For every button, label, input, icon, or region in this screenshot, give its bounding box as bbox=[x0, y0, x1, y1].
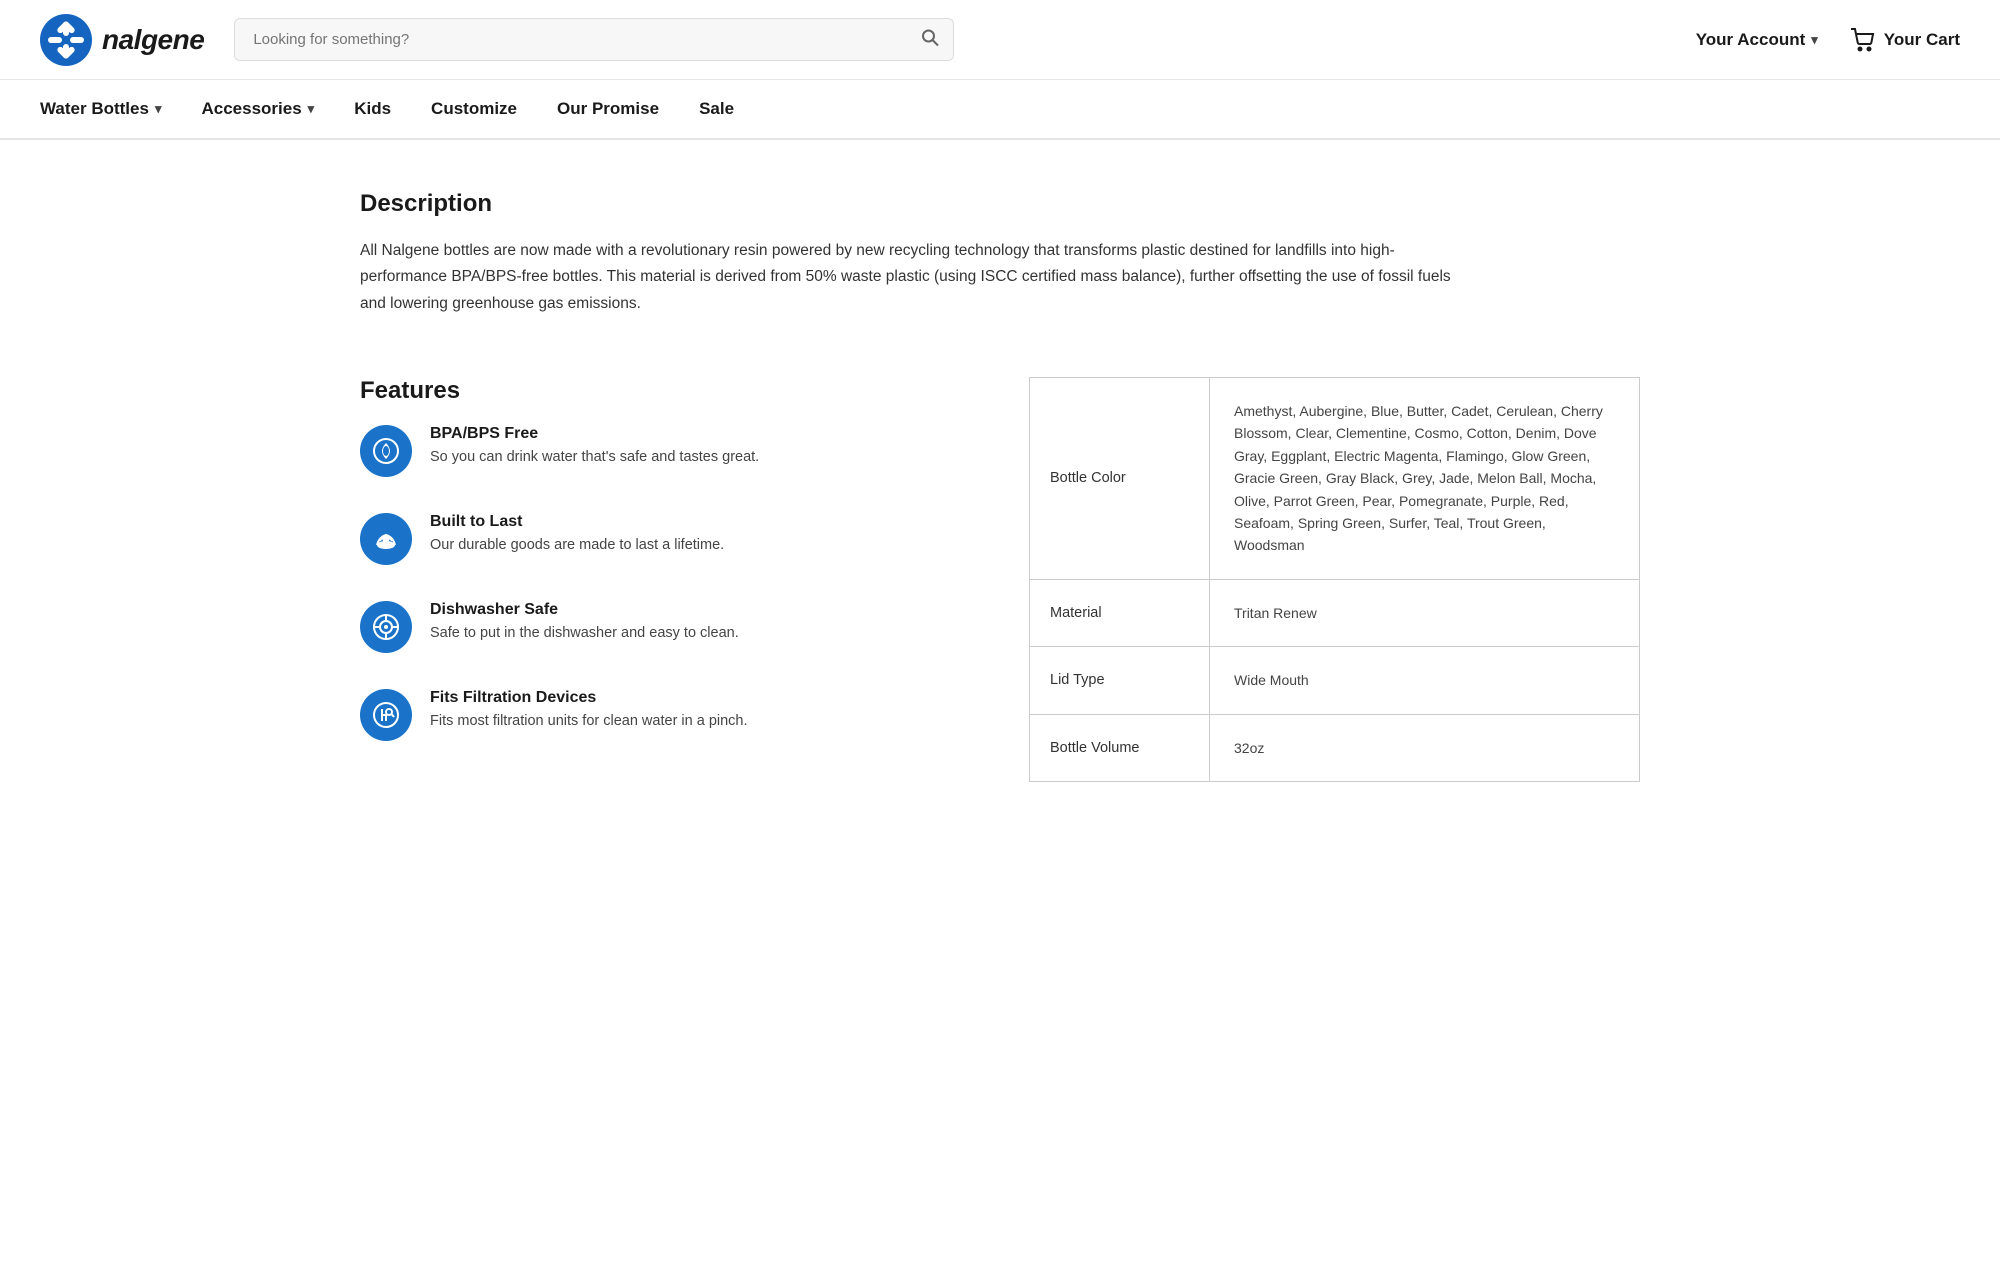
spec-label-volume: Bottle Volume bbox=[1030, 715, 1210, 781]
spec-value-lid-type: Wide Mouth bbox=[1210, 647, 1639, 713]
spec-value-color: Amethyst, Aubergine, Blue, Butter, Cadet… bbox=[1210, 378, 1639, 579]
built-to-last-svg bbox=[372, 525, 400, 553]
feature-item-dishwasher-safe: Dishwasher Safe Safe to put in the dishw… bbox=[360, 601, 969, 653]
nav-water-bottles-chevron-icon: ▾ bbox=[155, 101, 162, 117]
nav-customize-label: Customize bbox=[431, 99, 517, 119]
feature-item-bpa-free: BPA/BPS Free So you can drink water that… bbox=[360, 425, 969, 477]
nav-item-water-bottles[interactable]: Water Bottles ▾ bbox=[40, 99, 201, 119]
features-title: Features bbox=[360, 377, 969, 405]
nav-sale-label: Sale bbox=[699, 99, 734, 119]
features-column: Features BPA/BPS Free So you can drink w… bbox=[360, 377, 1029, 777]
main-content: Description All Nalgene bottles are now … bbox=[320, 140, 1680, 832]
bpa-free-text: BPA/BPS Free So you can drink water that… bbox=[430, 425, 759, 469]
nav-accessories-label: Accessories bbox=[201, 99, 301, 119]
built-to-last-icon bbox=[360, 513, 412, 565]
logo-area[interactable]: nalgene bbox=[40, 14, 204, 66]
built-to-last-text: Built to Last Our durable goods are made… bbox=[430, 513, 724, 557]
nav-water-bottles-label: Water Bottles bbox=[40, 99, 149, 119]
nav-item-sale[interactable]: Sale bbox=[699, 99, 774, 119]
account-label: Your Account bbox=[1696, 30, 1806, 50]
nav-item-kids[interactable]: Kids bbox=[354, 99, 431, 119]
account-button[interactable]: Your Account ▾ bbox=[1696, 30, 1818, 50]
nav-our-promise-label: Our Promise bbox=[557, 99, 659, 119]
description-text: All Nalgene bottles are now made with a … bbox=[360, 238, 1460, 317]
account-chevron-icon: ▾ bbox=[1811, 32, 1818, 48]
feature-item-built-to-last: Built to Last Our durable goods are made… bbox=[360, 513, 969, 565]
bpa-free-icon bbox=[360, 425, 412, 477]
dishwasher-safe-svg bbox=[372, 613, 400, 641]
search-bar[interactable] bbox=[234, 18, 954, 61]
dishwasher-safe-icon bbox=[360, 601, 412, 653]
spec-label-color: Bottle Color bbox=[1030, 378, 1210, 579]
search-input[interactable] bbox=[234, 18, 954, 61]
spec-label-material: Material bbox=[1030, 580, 1210, 646]
header-right: Your Account ▾ Your Cart bbox=[1696, 28, 1960, 52]
cart-button[interactable]: Your Cart bbox=[1850, 28, 1960, 52]
filtration-svg bbox=[372, 701, 400, 729]
dishwasher-safe-desc: Safe to put in the dishwasher and easy t… bbox=[430, 623, 739, 645]
dishwasher-safe-title: Dishwasher Safe bbox=[430, 601, 739, 619]
description-title: Description bbox=[360, 190, 1640, 218]
spec-value-material: Tritan Renew bbox=[1210, 580, 1639, 646]
features-specs-container: Features BPA/BPS Free So you can drink w… bbox=[360, 377, 1640, 782]
bpa-free-desc: So you can drink water that's safe and t… bbox=[430, 447, 759, 469]
spec-row-color: Bottle Color Amethyst, Aubergine, Blue, … bbox=[1030, 378, 1639, 580]
site-header: nalgene Your Account ▾ Your Cart bbox=[0, 0, 2000, 80]
specs-column: Bottle Color Amethyst, Aubergine, Blue, … bbox=[1029, 377, 1640, 782]
logo-text: nalgene bbox=[102, 24, 204, 56]
filtration-desc: Fits most filtration units for clean wat… bbox=[430, 711, 748, 733]
built-to-last-title: Built to Last bbox=[430, 513, 724, 531]
cart-icon bbox=[1850, 28, 1876, 52]
feature-item-filtration: Fits Filtration Devices Fits most filtra… bbox=[360, 689, 969, 741]
filtration-icon bbox=[360, 689, 412, 741]
spec-row-lid-type: Lid Type Wide Mouth bbox=[1030, 647, 1639, 714]
spec-label-lid-type: Lid Type bbox=[1030, 647, 1210, 713]
nalgene-logo-icon bbox=[40, 14, 92, 66]
filtration-title: Fits Filtration Devices bbox=[430, 689, 748, 707]
spec-row-material: Material Tritan Renew bbox=[1030, 580, 1639, 647]
nav-item-customize[interactable]: Customize bbox=[431, 99, 557, 119]
filtration-text: Fits Filtration Devices Fits most filtra… bbox=[430, 689, 748, 733]
main-nav: Water Bottles ▾ Accessories ▾ Kids Custo… bbox=[0, 80, 2000, 140]
spec-value-volume: 32oz bbox=[1210, 715, 1639, 781]
nav-item-our-promise[interactable]: Our Promise bbox=[557, 99, 699, 119]
search-icon bbox=[920, 27, 940, 52]
nav-accessories-chevron-icon: ▾ bbox=[308, 101, 315, 117]
nav-kids-label: Kids bbox=[354, 99, 391, 119]
built-to-last-desc: Our durable goods are made to last a lif… bbox=[430, 535, 724, 557]
bpa-free-title: BPA/BPS Free bbox=[430, 425, 759, 443]
dishwasher-safe-text: Dishwasher Safe Safe to put in the dishw… bbox=[430, 601, 739, 645]
spec-row-volume: Bottle Volume 32oz bbox=[1030, 715, 1639, 781]
bpa-free-svg bbox=[372, 437, 400, 465]
description-section: Description All Nalgene bottles are now … bbox=[360, 190, 1640, 317]
cart-label: Your Cart bbox=[1884, 30, 1960, 50]
nav-item-accessories[interactable]: Accessories ▾ bbox=[201, 99, 354, 119]
